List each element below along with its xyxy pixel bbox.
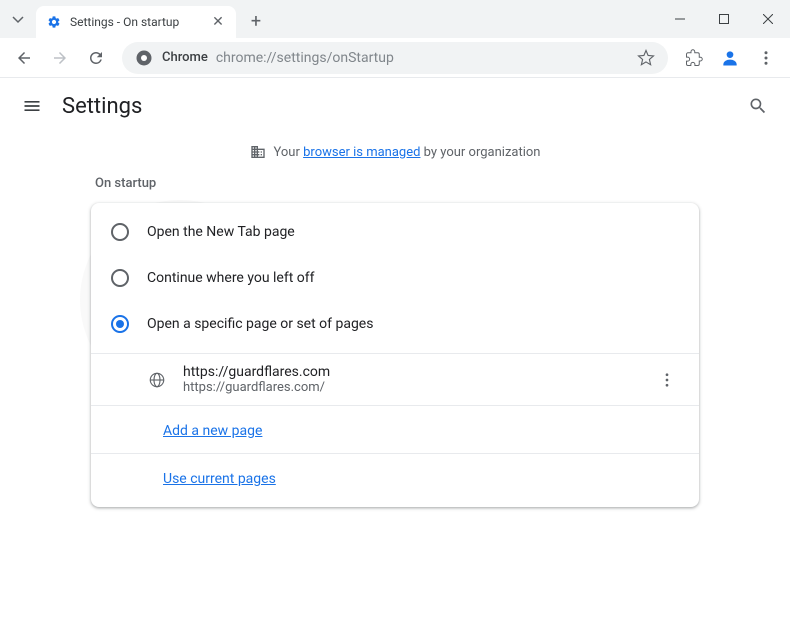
minimize-button[interactable] bbox=[658, 0, 702, 38]
address-bar[interactable]: Chrome chrome://settings/onStartup bbox=[122, 42, 668, 74]
globe-icon bbox=[147, 370, 167, 390]
window-titlebar: Settings - On startup ✕ + bbox=[0, 0, 790, 38]
managed-link[interactable]: browser is managed bbox=[303, 145, 420, 160]
add-new-page-link[interactable]: Add a new page bbox=[163, 423, 262, 439]
managed-banner: Your browser is managed by your organiza… bbox=[0, 134, 790, 176]
managed-suffix: by your organization bbox=[420, 145, 540, 160]
add-page-row: Add a new page bbox=[91, 405, 699, 453]
tab-title: Settings - On startup bbox=[70, 15, 210, 29]
building-icon bbox=[250, 144, 266, 160]
url-scheme-label: Chrome bbox=[162, 50, 208, 65]
back-button[interactable] bbox=[8, 42, 40, 74]
startup-page-title: https://guardflares.com bbox=[183, 364, 655, 380]
gear-icon bbox=[46, 14, 62, 30]
maximize-button[interactable] bbox=[702, 0, 746, 38]
section-label: On startup bbox=[91, 176, 699, 191]
url-text: chrome://settings/onStartup bbox=[216, 50, 636, 66]
radio-label: Open the New Tab page bbox=[147, 224, 295, 240]
settings-header: Settings bbox=[0, 78, 790, 134]
page-actions-kebab[interactable] bbox=[655, 368, 679, 392]
close-icon[interactable]: ✕ bbox=[210, 14, 226, 30]
search-icon[interactable] bbox=[746, 94, 770, 118]
radio-icon bbox=[111, 315, 129, 333]
on-startup-card: Open the New Tab page Continue where you… bbox=[91, 203, 699, 507]
browser-toolbar: Chrome chrome://settings/onStartup bbox=[0, 38, 790, 78]
extensions-button[interactable] bbox=[678, 42, 710, 74]
startup-page-row: https://guardflares.com https://guardfla… bbox=[91, 353, 699, 405]
profile-button[interactable] bbox=[714, 42, 746, 74]
forward-button[interactable] bbox=[44, 42, 76, 74]
hamburger-menu-icon[interactable] bbox=[20, 94, 44, 118]
page-title: Settings bbox=[62, 94, 142, 119]
radio-continue[interactable]: Continue where you left off bbox=[91, 255, 699, 301]
tab-search-dropdown[interactable] bbox=[0, 0, 36, 38]
close-window-button[interactable] bbox=[746, 0, 790, 38]
use-current-row: Use current pages bbox=[91, 453, 699, 501]
use-current-pages-link[interactable]: Use current pages bbox=[163, 471, 276, 487]
kebab-menu-button[interactable] bbox=[750, 42, 782, 74]
startup-page-url: https://guardflares.com/ bbox=[183, 380, 655, 395]
radio-label: Continue where you left off bbox=[147, 270, 315, 286]
chrome-icon bbox=[134, 48, 154, 68]
radio-icon bbox=[111, 269, 129, 287]
bookmark-star-icon[interactable] bbox=[636, 48, 656, 68]
reload-button[interactable] bbox=[80, 42, 112, 74]
radio-new-tab[interactable]: Open the New Tab page bbox=[91, 209, 699, 255]
new-tab-button[interactable]: + bbox=[242, 7, 270, 35]
radio-specific-page[interactable]: Open a specific page or set of pages bbox=[91, 301, 699, 347]
radio-label: Open a specific page or set of pages bbox=[147, 316, 373, 332]
browser-tab[interactable]: Settings - On startup ✕ bbox=[36, 6, 236, 38]
radio-icon bbox=[111, 223, 129, 241]
managed-prefix: Your bbox=[274, 145, 304, 160]
